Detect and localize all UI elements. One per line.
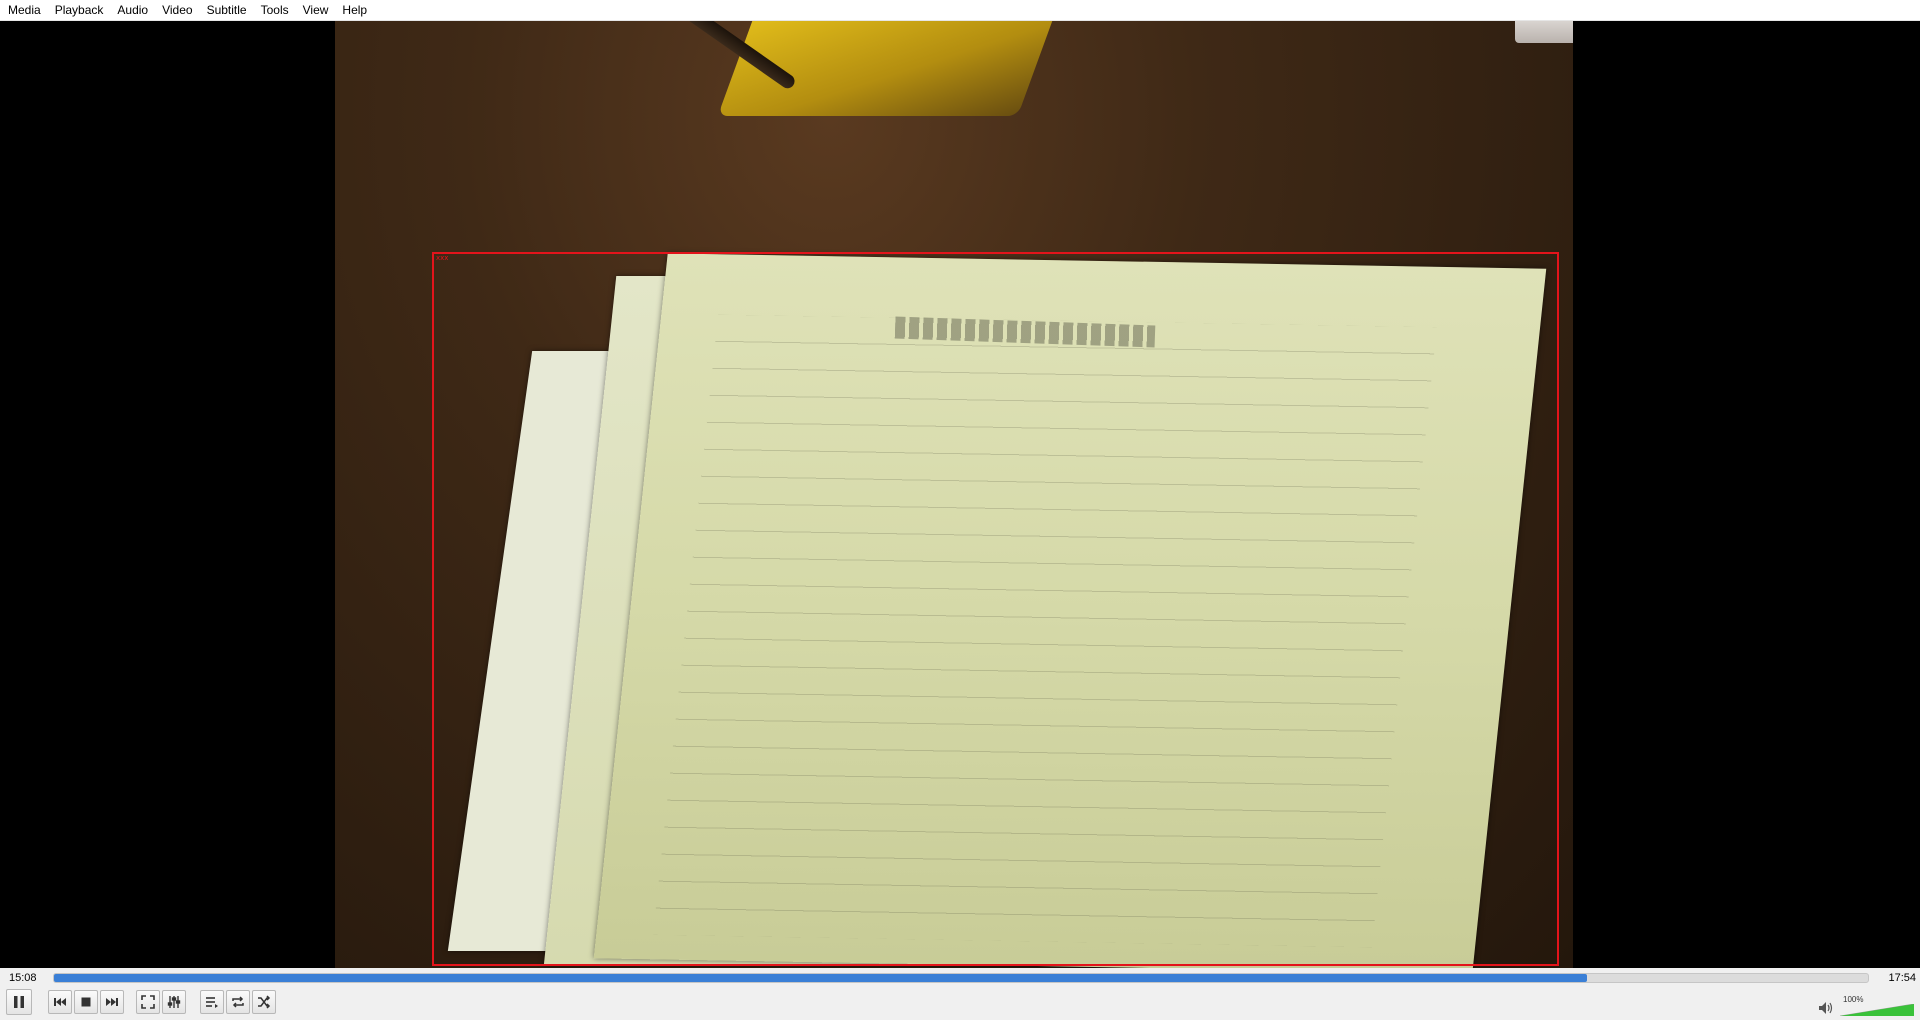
menu-tools[interactable]: Tools [254,0,296,21]
volume-slider[interactable] [1840,1004,1914,1016]
fullscreen-button[interactable] [136,990,160,1014]
loop-button[interactable] [226,990,250,1014]
video-display[interactable]: xxx [0,21,1920,968]
menu-playback[interactable]: Playback [48,0,111,21]
time-elapsed: 15:08 [9,972,37,984]
shuffle-icon [258,995,271,1009]
stop-icon [81,997,91,1007]
volume-level-label: 100% [1843,995,1864,1004]
menu-help[interactable]: Help [335,0,374,21]
shuffle-button[interactable] [252,990,276,1014]
loop-icon [232,996,244,1008]
selection-rectangle [432,252,1559,966]
menu-audio[interactable]: Audio [110,0,155,21]
playlist-button[interactable] [200,990,224,1014]
skip-forward-icon [106,998,118,1006]
menu-media[interactable]: Media [0,0,48,21]
equalizer-icon [167,996,181,1008]
seek-bar[interactable] [53,973,1869,983]
selection-label: xxx [436,254,449,262]
frame-top-object [1515,21,1573,43]
seek-progress [54,974,1587,982]
fullscreen-icon [141,995,155,1009]
control-bar: 15:08 17:54 100% [0,968,1920,1020]
speaker-icon[interactable] [1818,1001,1834,1015]
stop-button[interactable] [74,990,98,1014]
letterbox-right [1573,21,1920,968]
menu-view[interactable]: View [296,0,336,21]
skip-back-icon [54,998,66,1006]
next-button[interactable] [100,990,124,1014]
menu-bar: Media Playback Audio Video Subtitle Tool… [0,0,1920,21]
previous-button[interactable] [48,990,72,1014]
pause-icon [14,996,24,1008]
playlist-icon [206,997,218,1008]
extended-settings-button[interactable] [162,990,186,1014]
menu-video[interactable]: Video [155,0,199,21]
time-total[interactable]: 17:54 [1888,972,1916,984]
pause-button[interactable] [6,989,32,1015]
menu-subtitle[interactable]: Subtitle [200,0,254,21]
